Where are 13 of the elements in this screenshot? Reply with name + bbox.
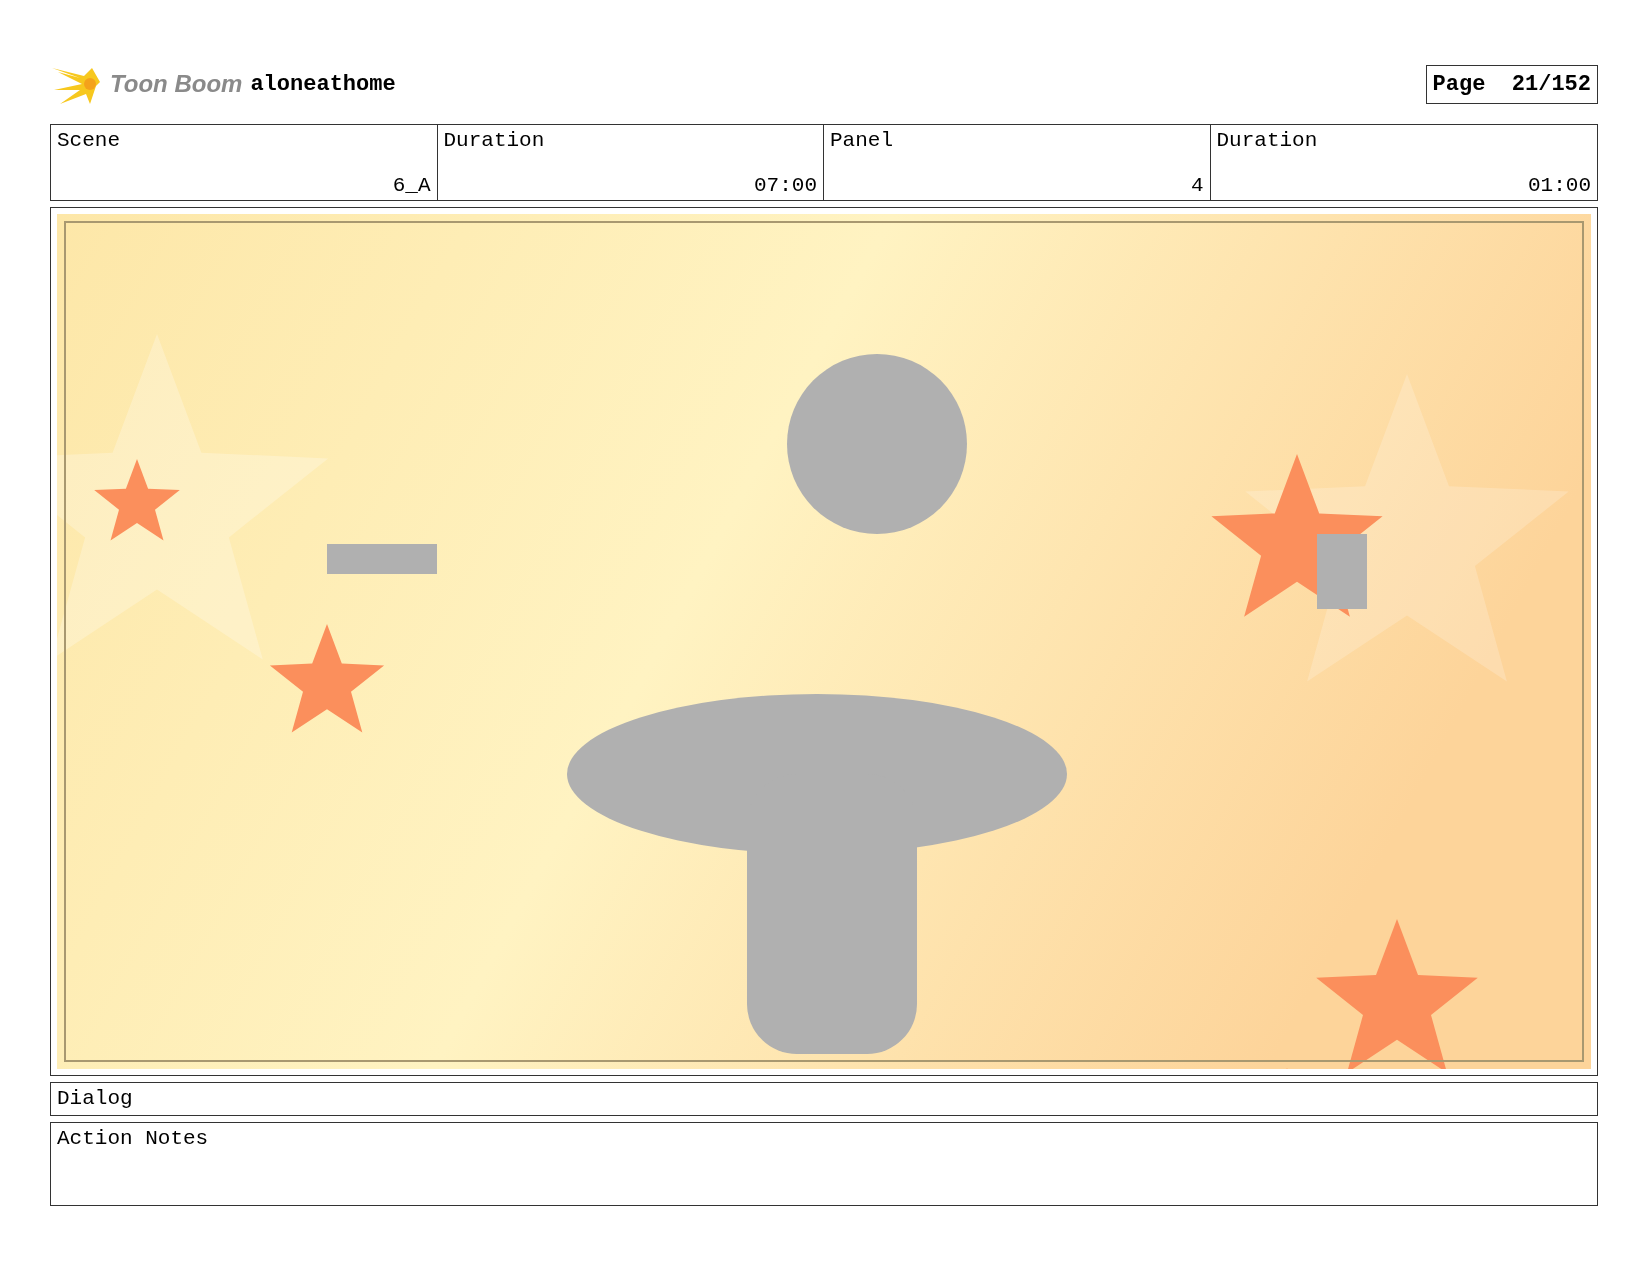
column-header: Scene (57, 129, 121, 152)
page-number: Page 21/152 (1425, 64, 1598, 104)
action-notes-label: Action Notes (57, 1127, 209, 1150)
column-header: Panel (830, 129, 894, 152)
column-header: Duration (1216, 129, 1319, 152)
dialog-label: Dialog (57, 1087, 133, 1110)
table-cell: 6_A (392, 174, 431, 197)
column-header: Duration (443, 129, 546, 152)
project-name: aloneathome (250, 71, 396, 97)
logo-text: Toon Boom (110, 70, 243, 98)
table-cell: 01:00 (1528, 174, 1591, 197)
table-cell: 4 (1190, 174, 1204, 197)
table-cell: 07:00 (754, 174, 817, 197)
